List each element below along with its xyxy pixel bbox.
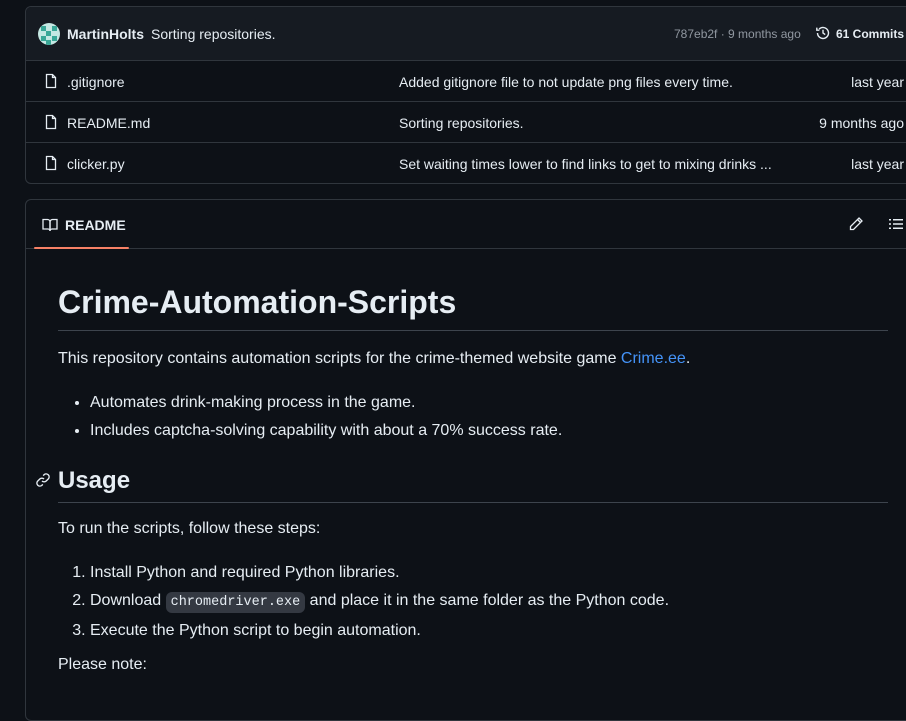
list-icon[interactable] xyxy=(888,216,904,232)
readme-tab-bar: README xyxy=(26,200,906,249)
step2-prefix: Download xyxy=(90,592,166,609)
avatar[interactable] xyxy=(38,23,60,45)
active-tab-indicator xyxy=(34,247,129,249)
usage-heading: Usage xyxy=(58,466,888,503)
history-icon xyxy=(816,26,830,40)
intro-suffix: . xyxy=(685,350,691,367)
file-row: README.md Sorting repositories. 9 months… xyxy=(26,102,906,143)
book-icon xyxy=(42,218,58,232)
list-item: Includes captcha-solving capability with… xyxy=(90,417,562,445)
file-name-link[interactable]: clicker.py xyxy=(67,156,125,172)
list-item: Download chromedriver.exe and place it i… xyxy=(90,587,669,617)
inline-code: chromedriver.exe xyxy=(165,592,306,613)
tab-readme[interactable]: README xyxy=(34,200,129,249)
note-text: Please note: xyxy=(58,656,147,673)
pencil-icon[interactable] xyxy=(848,216,864,232)
file-row: clicker.py Set waiting times lower to fi… xyxy=(26,143,906,183)
file-age: last year xyxy=(851,74,904,90)
feature-list: Automates drink-making process in the ga… xyxy=(58,389,562,445)
link-icon[interactable] xyxy=(35,472,51,488)
tab-readme-label: README xyxy=(65,217,126,233)
readme-title: Crime-Automation-Scripts xyxy=(58,282,888,331)
file-name-link[interactable]: .gitignore xyxy=(67,74,125,90)
file-age: last year xyxy=(851,156,904,172)
list-item: Automates drink-making process in the ga… xyxy=(90,389,562,417)
file-name-link[interactable]: README.md xyxy=(67,115,150,131)
file-icon xyxy=(45,155,57,171)
file-age: 9 months ago xyxy=(819,115,904,131)
latest-commit-bar: MartinHolts Sorting repositories. 787eb2… xyxy=(26,7,906,61)
file-icon xyxy=(45,114,57,130)
file-icon xyxy=(45,73,57,89)
crime-ee-link[interactable]: Crime.ee xyxy=(621,350,686,367)
list-item: Install Python and required Python libra… xyxy=(90,559,669,587)
file-commit-message-link[interactable]: Set waiting times lower to find links to… xyxy=(399,156,772,172)
commit-hash-and-time[interactable]: 787eb2f · 9 months ago xyxy=(674,27,801,41)
file-browser: MartinHolts Sorting repositories. 787eb2… xyxy=(25,6,906,184)
readme-panel: README Crime-Automation-Scripts This rep… xyxy=(25,199,906,721)
usage-intro: To run the scripts, follow these steps: xyxy=(58,520,321,537)
readme-intro: This repository contains automation scri… xyxy=(58,350,690,368)
step2-suffix: and place it in the same folder as the P… xyxy=(305,592,670,609)
intro-text: This repository contains automation scri… xyxy=(58,350,621,367)
file-commit-message-link[interactable]: Added gitignore file to not update png f… xyxy=(399,74,733,90)
commits-count-link[interactable]: 61 Commits xyxy=(836,27,904,41)
list-item: Execute the Python script to begin autom… xyxy=(90,617,669,645)
commit-message-link[interactable]: Sorting repositories. xyxy=(151,26,276,42)
commit-author-link[interactable]: MartinHolts xyxy=(67,26,144,42)
steps-list: Install Python and required Python libra… xyxy=(58,559,669,645)
file-commit-message-link[interactable]: Sorting repositories. xyxy=(399,115,524,131)
file-row: .gitignore Added gitignore file to not u… xyxy=(26,61,906,102)
